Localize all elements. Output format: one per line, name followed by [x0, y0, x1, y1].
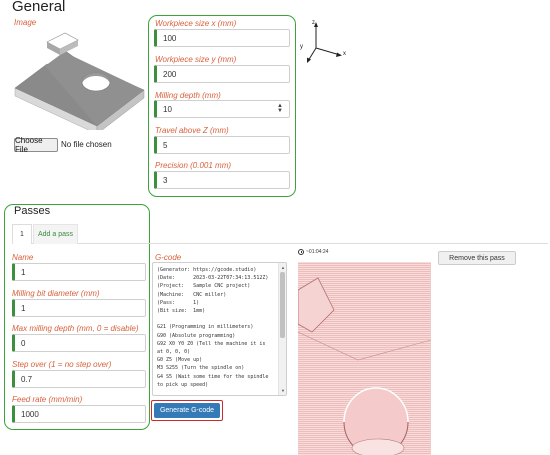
workpiece-y-label: Workpiece size y (mm)	[155, 55, 237, 64]
image-label: Image	[14, 18, 37, 27]
precision-label: Precision (0.001 mm)	[155, 161, 232, 170]
clock-icon	[298, 249, 304, 255]
tab-pass-1[interactable]: 1	[12, 224, 32, 244]
axis-x-label: x	[343, 51, 346, 57]
passes-heading: Passes	[14, 205, 51, 217]
toolpath-preview-drawing	[298, 262, 431, 455]
tabs-divider	[12, 243, 548, 244]
step-over-label: Step over (1 = no step over)	[12, 360, 112, 369]
pass-name-input[interactable]: 1	[12, 263, 146, 281]
toolpath-preview	[298, 262, 431, 455]
feed-rate-input[interactable]: 1000	[12, 405, 146, 423]
workpiece-image	[14, 32, 145, 130]
axes-icon: z y x	[300, 20, 346, 63]
milling-depth-input[interactable]: 10 ▲ ▼	[154, 100, 290, 118]
bit-diameter-input[interactable]: 1	[12, 299, 146, 317]
axis-z-label: z	[312, 20, 315, 26]
axis-y-label: y	[300, 44, 303, 50]
max-depth-label: Max milling depth (mm, 0 = disable)	[12, 324, 139, 333]
scroll-thumb[interactable]	[280, 272, 285, 338]
estimated-time-text: ~01:04:24	[306, 249, 329, 255]
travel-above-z-input[interactable]: 5	[154, 136, 290, 154]
workpiece-x-label: Workpiece size x (mm)	[155, 19, 237, 28]
gcode-textarea[interactable]: (Generator: https://gcode.studio) (Date:…	[152, 262, 287, 396]
step-over-input[interactable]: 0.7	[12, 370, 146, 388]
gcode-label: G-code	[155, 253, 182, 262]
general-heading: General	[12, 0, 66, 15]
workpiece-x-input[interactable]: 100	[154, 29, 290, 47]
milling-depth-label: Milling depth (mm)	[155, 91, 221, 100]
workpiece-y-input[interactable]: 200	[154, 65, 290, 83]
scroll-up-icon[interactable]: ▲	[279, 264, 286, 271]
travel-above-z-label: Travel above Z (mm)	[155, 126, 229, 135]
file-status: No file chosen	[61, 140, 112, 149]
remove-pass-button[interactable]: Remove this pass	[438, 251, 516, 265]
gcode-scrollbar[interactable]: ▲ ▼	[278, 263, 286, 395]
precision-input[interactable]: 3	[154, 171, 290, 189]
pass-name-label: Name	[12, 253, 34, 262]
feed-rate-label: Feed rate (mm/min)	[12, 395, 83, 404]
generate-gcode-button[interactable]: Generate G-code	[154, 403, 220, 418]
spinner-arrows-icon[interactable]: ▲ ▼	[277, 103, 283, 114]
gcode-content: (Generator: https://gcode.studio) (Date:…	[157, 267, 269, 388]
bit-diameter-label: Milling bit diameter (mm)	[12, 289, 100, 298]
choose-file-button[interactable]: Choose File	[14, 136, 58, 154]
scroll-down-icon[interactable]: ▼	[279, 387, 286, 394]
estimated-time: ~01:04:24	[298, 249, 328, 255]
max-depth-input[interactable]: 0	[12, 334, 146, 352]
tab-add-pass[interactable]: Add a pass	[33, 224, 78, 244]
